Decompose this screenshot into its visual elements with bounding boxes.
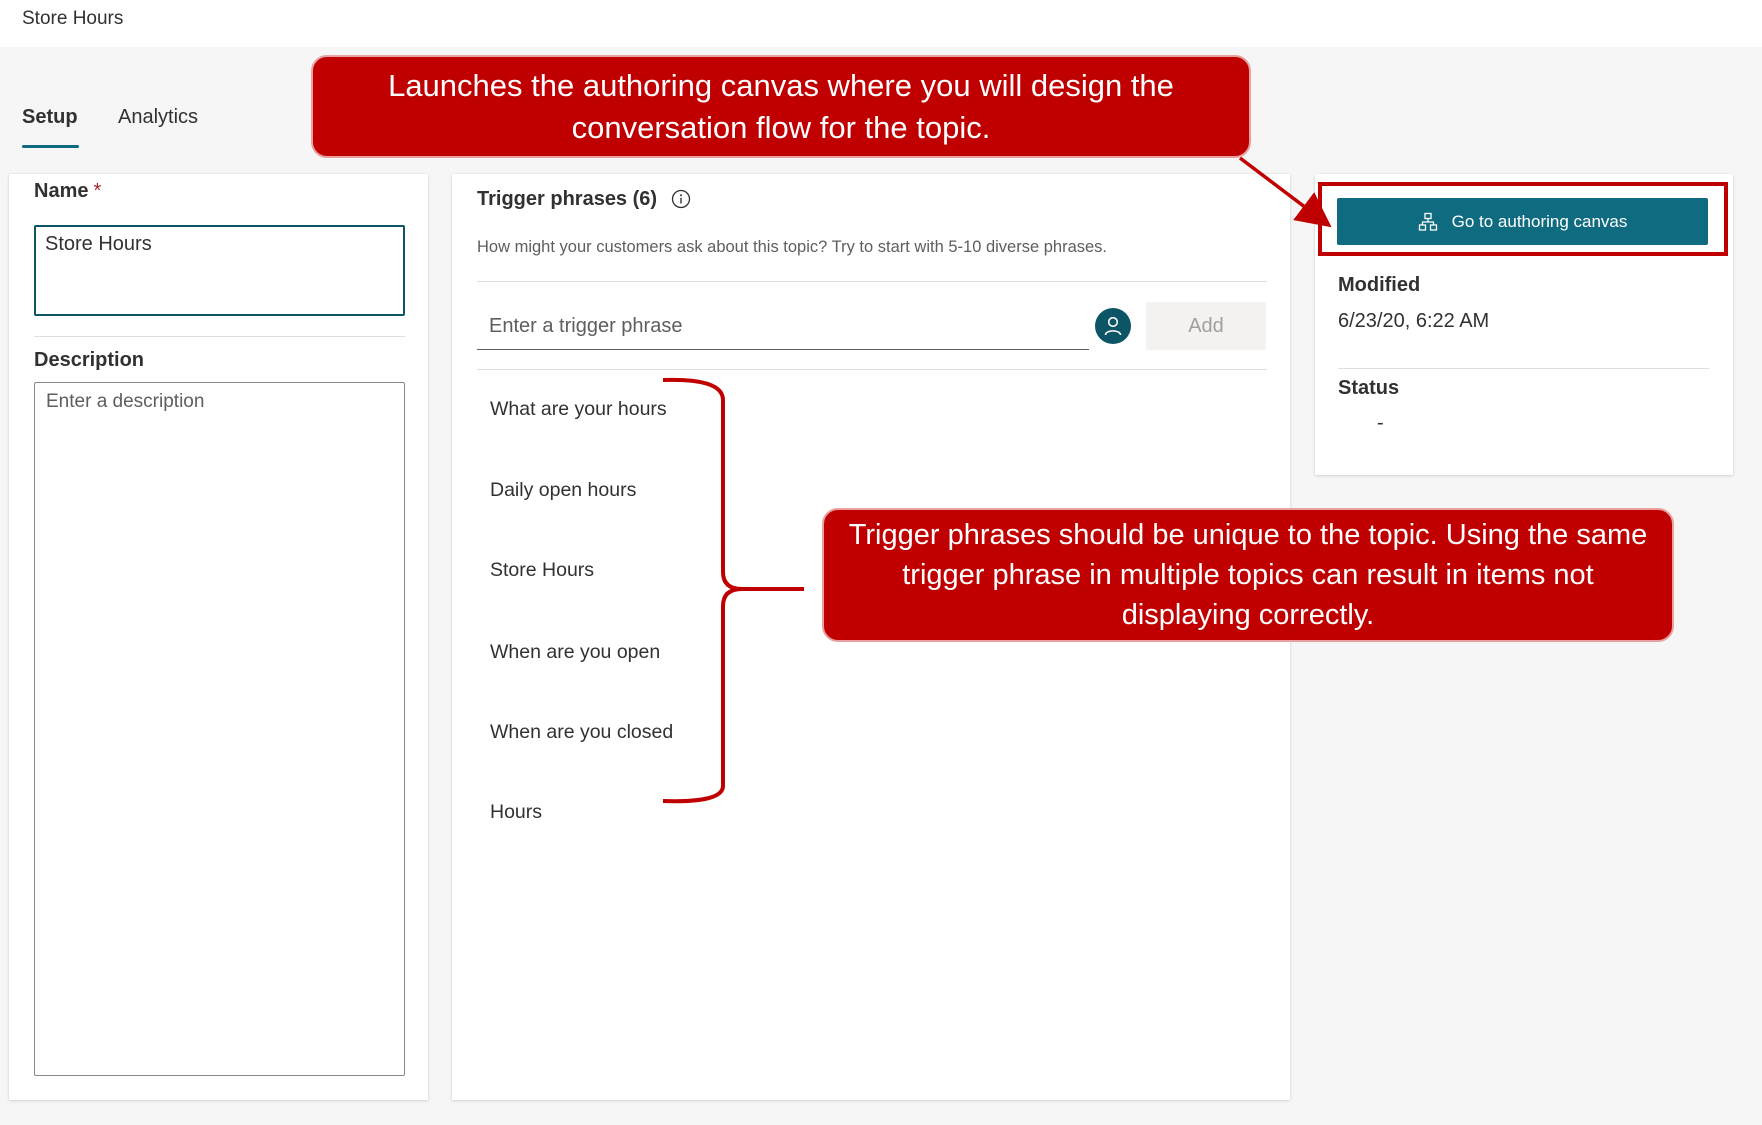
person-icon[interactable] — [1095, 308, 1131, 344]
tab-setup[interactable]: Setup — [22, 106, 78, 129]
divider — [34, 336, 405, 337]
name-label: Name * — [34, 180, 101, 203]
description-field[interactable] — [34, 382, 405, 1076]
page-title: Store Hours — [22, 8, 124, 29]
divider — [1338, 368, 1709, 369]
add-button[interactable]: Add — [1146, 302, 1266, 350]
info-icon[interactable] — [671, 189, 691, 209]
active-tab-indicator — [22, 145, 79, 148]
trigger-phrase-item[interactable]: Daily open hours — [490, 479, 636, 502]
divider — [477, 369, 1267, 370]
name-field[interactable] — [34, 225, 405, 316]
trigger-phrase-input[interactable] — [477, 303, 1089, 350]
trigger-phrase-callout: Trigger phrases should be unique to the … — [822, 508, 1674, 642]
tab-analytics[interactable]: Analytics — [118, 106, 198, 129]
divider — [477, 281, 1267, 282]
description-label: Description — [34, 349, 145, 371]
trigger-phrase-item[interactable]: Store Hours — [490, 559, 594, 582]
trigger-phrase-item[interactable]: Hours — [490, 801, 542, 824]
trigger-phrase-item[interactable]: When are you open — [490, 641, 660, 664]
trigger-phrase-item[interactable]: When are you closed — [490, 721, 673, 744]
status-label: Status — [1338, 377, 1400, 399]
status-value: - — [1377, 412, 1384, 434]
trigger-phrases-header: Trigger phrases (6) — [477, 179, 691, 219]
title-bar: Store Hours — [0, 0, 1762, 47]
topic-details-card: Name* Description — [9, 174, 428, 1100]
required-marker: * — [93, 180, 102, 202]
trigger-phrases-hint: How might your customers ask about this … — [477, 238, 1108, 256]
trigger-phrase-item[interactable]: What are your hours — [490, 398, 667, 421]
modified-label: Modified — [1338, 274, 1421, 296]
modified-value: 6/23/20, 6:22 AM — [1338, 310, 1490, 332]
canvas-callout: Launches the authoring canvas where you … — [311, 55, 1251, 158]
name-label-text: Name — [34, 180, 89, 202]
button-highlight-box — [1318, 182, 1728, 256]
trigger-phrases-title: Trigger phrases (6) — [477, 187, 658, 210]
